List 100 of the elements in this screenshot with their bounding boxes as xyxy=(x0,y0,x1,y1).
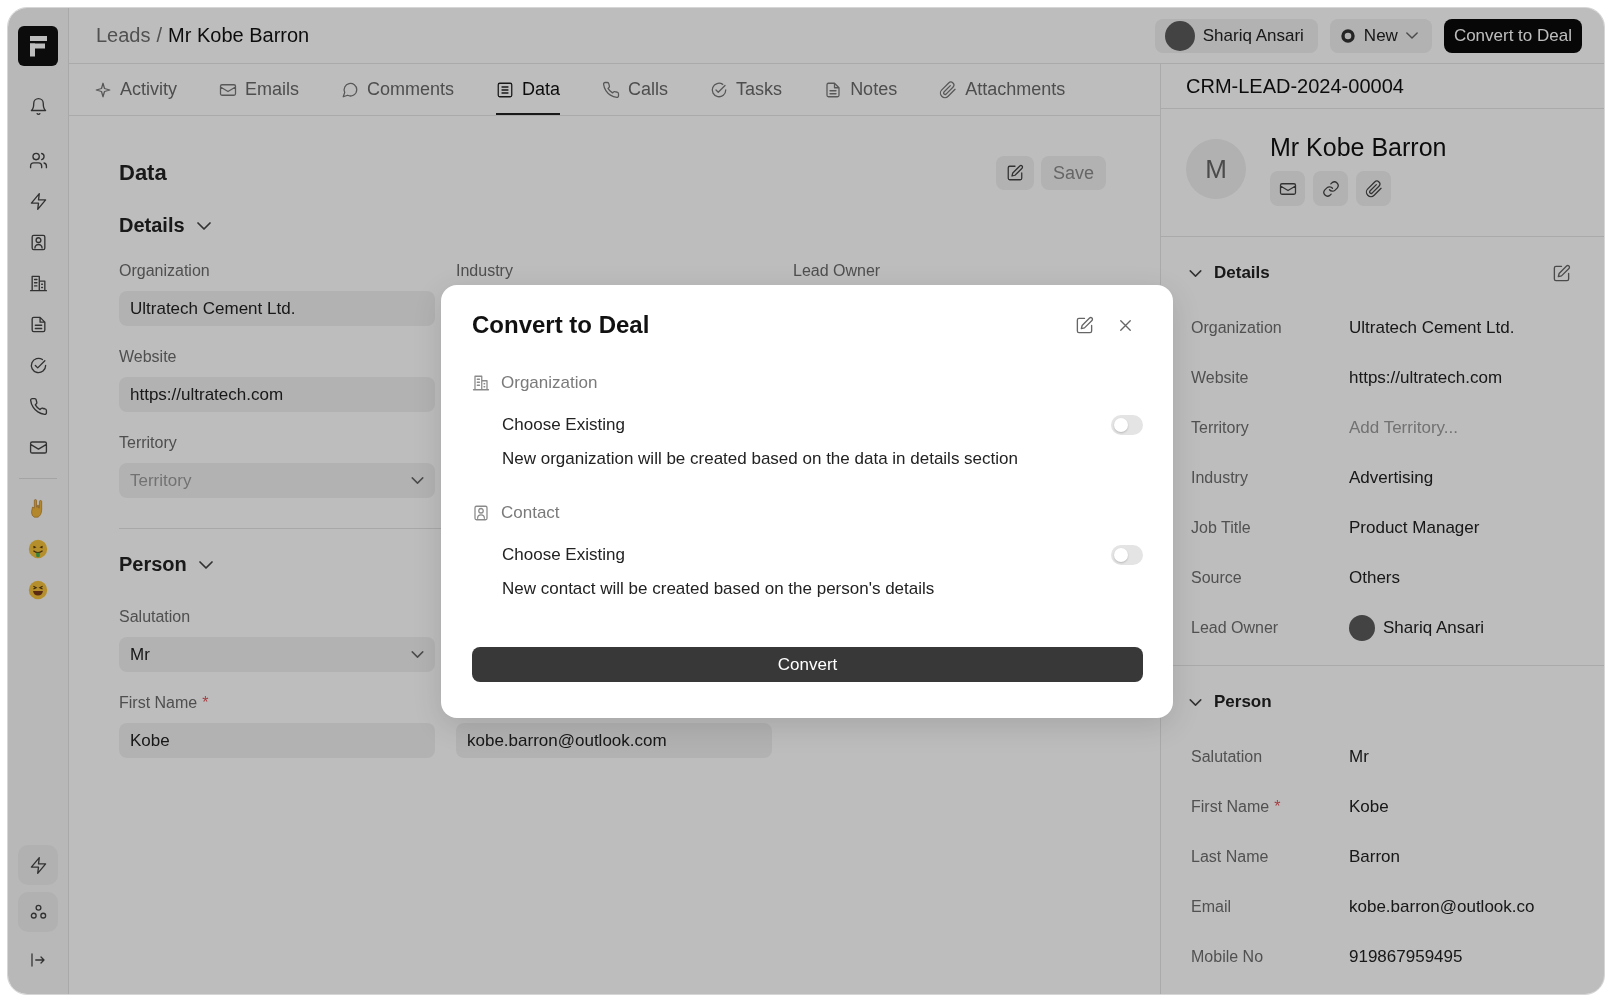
laughing-face-icon[interactable] xyxy=(27,578,49,601)
text-input[interactable]: https://ultratech.com xyxy=(119,377,435,412)
option-description: New contact will be created based on the person's details xyxy=(502,579,936,599)
building-icon xyxy=(472,374,490,392)
chevron-down-icon xyxy=(1189,269,1202,277)
field-label: Lead Owner xyxy=(793,262,881,279)
link-button[interactable] xyxy=(1313,171,1348,206)
email-button[interactable] xyxy=(1270,171,1305,206)
tongue-face-icon[interactable] xyxy=(27,537,49,560)
edit-icon xyxy=(1005,164,1024,182)
status-ring-icon xyxy=(1339,27,1356,44)
field-label: Mobile No xyxy=(1191,948,1264,965)
field-label: First Name xyxy=(119,694,198,711)
field-label: Industry xyxy=(1191,469,1248,486)
toggle-switch[interactable] xyxy=(1111,545,1143,565)
field-value[interactable]: Advertising xyxy=(1349,468,1434,488)
contact-card-icon xyxy=(472,504,490,522)
sparkle-icon xyxy=(94,80,112,99)
paperclip-icon xyxy=(1364,179,1383,198)
tab[interactable]: Attachments xyxy=(939,64,1066,115)
contact-card-icon[interactable] xyxy=(28,233,48,252)
field-value[interactable]: Product Manager xyxy=(1349,518,1480,538)
chevron-down-icon xyxy=(411,651,424,658)
list-icon xyxy=(496,80,515,99)
field-label: Salutation xyxy=(1191,748,1263,765)
option-label: Choose Existing xyxy=(502,545,625,565)
chevron-down-icon xyxy=(411,477,424,484)
edit-icon[interactable] xyxy=(1552,263,1571,283)
field-value[interactable]: Barron xyxy=(1349,847,1401,867)
field-value[interactable]: Others xyxy=(1349,568,1401,588)
attach-button[interactable] xyxy=(1356,171,1391,206)
text-input[interactable]: kobe.barron@outlook.com xyxy=(456,723,772,758)
section-header[interactable]: Person xyxy=(119,553,213,576)
avatar-photo-placeholder xyxy=(1349,615,1375,641)
field-value[interactable]: Mr xyxy=(1349,747,1369,767)
tab[interactable]: Tasks xyxy=(710,64,783,115)
field-value[interactable]: Ultratech Cement Ltd. xyxy=(1349,318,1515,338)
edit-button[interactable] xyxy=(995,156,1034,190)
breadcrumb-separator: / xyxy=(156,24,163,47)
field-label: Website xyxy=(119,348,177,365)
link-icon xyxy=(1321,179,1340,198)
phone-icon[interactable] xyxy=(28,397,48,416)
notifications-icon[interactable] xyxy=(28,96,48,116)
owner-button[interactable]: Shariq Ansari xyxy=(1154,18,1318,53)
field-label: Territory xyxy=(1191,419,1249,436)
breadcrumb-link[interactable]: Leads xyxy=(96,24,151,47)
required-mark: * xyxy=(1274,798,1281,815)
select-field[interactable]: Mr xyxy=(119,637,435,672)
building-icon[interactable] xyxy=(28,274,48,293)
field-value[interactable]: Kobe xyxy=(1349,797,1389,817)
record-id: CRM-LEAD-2024-00004 xyxy=(1161,64,1604,109)
tab[interactable]: Activity xyxy=(94,64,177,115)
text-input[interactable]: Kobe xyxy=(119,723,435,758)
chevron-down-icon xyxy=(198,560,213,569)
convert-to-deal-button[interactable]: Convert to Deal xyxy=(1443,18,1582,53)
avatar-photo-placeholder xyxy=(1164,20,1195,51)
tab[interactable]: Calls xyxy=(602,64,669,115)
paperclip-icon xyxy=(939,80,958,99)
app-logo[interactable] xyxy=(18,26,58,66)
field-label: Job Title xyxy=(1191,519,1251,536)
tab[interactable]: Comments xyxy=(341,64,455,115)
phone-icon xyxy=(602,80,621,99)
chevron-down-icon xyxy=(1405,32,1418,39)
panel-title: Data xyxy=(119,160,167,186)
toggle-switch[interactable] xyxy=(1111,415,1143,435)
field-label: Organization xyxy=(1191,319,1282,336)
text-input[interactable]: Ultratech Cement Ltd. xyxy=(119,291,435,326)
breadcrumb-current: Mr Kobe Barron xyxy=(168,24,310,47)
mail-icon[interactable] xyxy=(28,438,48,457)
option-description: New organization will be created based on the data in details section xyxy=(502,449,1019,469)
lightning-icon[interactable] xyxy=(28,855,48,875)
apps-icon[interactable] xyxy=(28,902,48,922)
field-label: Organization xyxy=(119,262,210,279)
field-value[interactable]: kobe.barron@outlook.co xyxy=(1349,897,1535,917)
field-label: Industry xyxy=(456,262,513,279)
tab[interactable]: Notes xyxy=(824,64,898,115)
chevron-down-icon xyxy=(1189,698,1202,706)
field-value[interactable]: https://ultratech.com xyxy=(1349,368,1503,388)
field-label: Website xyxy=(1191,369,1249,386)
edit-icon[interactable] xyxy=(1075,315,1094,335)
field-value[interactable]: 919867959495 xyxy=(1349,947,1463,967)
tab[interactable]: Emails xyxy=(219,64,300,115)
status-dropdown[interactable]: New xyxy=(1329,18,1432,53)
chevron-down-icon xyxy=(196,221,211,230)
lightning-icon[interactable] xyxy=(28,192,48,211)
field-label: Email xyxy=(1191,898,1231,915)
users-icon[interactable] xyxy=(28,151,48,170)
section-header[interactable]: Details xyxy=(1189,263,1270,283)
section-header[interactable]: Details xyxy=(119,214,211,237)
note-icon xyxy=(824,80,843,99)
group-title: Organization xyxy=(501,373,598,393)
tab[interactable]: Data xyxy=(496,64,561,115)
document-icon[interactable] xyxy=(28,315,48,334)
field-label: First Name xyxy=(1191,798,1270,815)
convert-button[interactable]: Convert xyxy=(472,647,1143,682)
record-name: Mr Kobe Barron xyxy=(1270,133,1447,162)
section-header[interactable]: Person xyxy=(1189,692,1272,712)
field-label: Territory xyxy=(119,434,177,451)
group-title: Contact xyxy=(501,503,560,523)
field-value[interactable]: Shariq Ansari xyxy=(1383,618,1485,638)
